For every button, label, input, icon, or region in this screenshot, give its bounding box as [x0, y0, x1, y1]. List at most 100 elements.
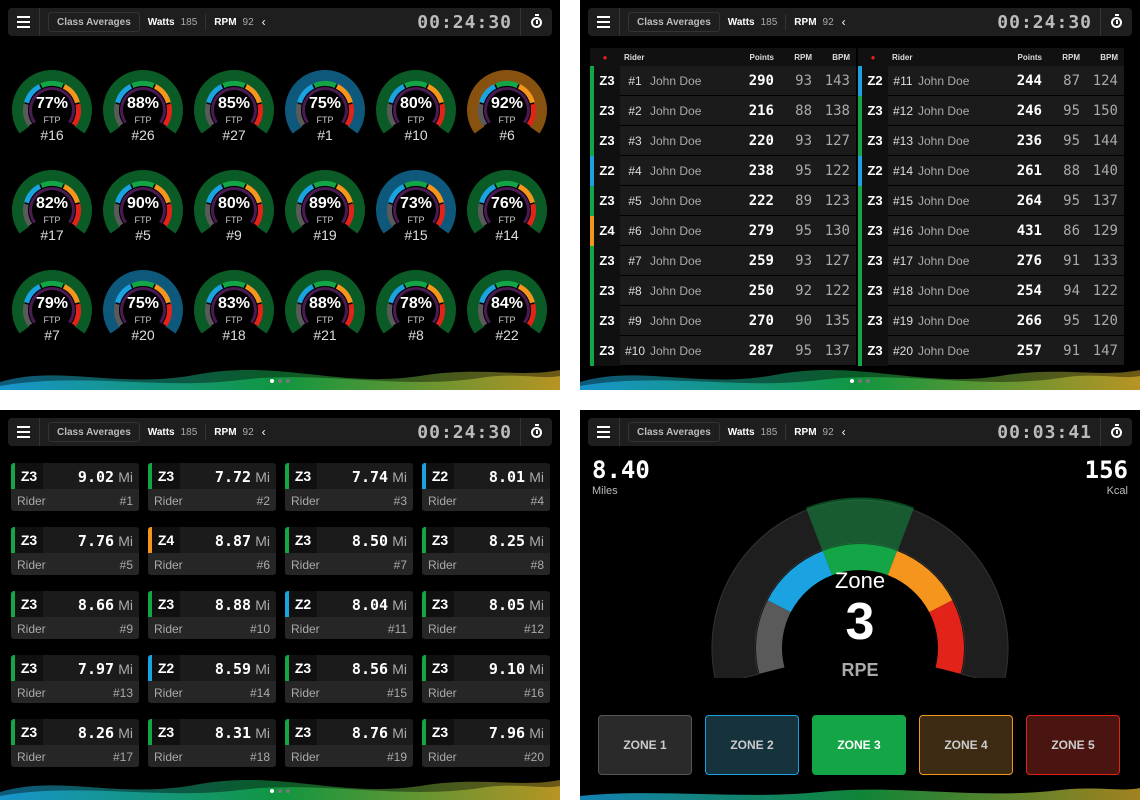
- table-row[interactable]: Z2 #14 John Doe 261 88 140: [858, 155, 1124, 186]
- chevron-left-icon[interactable]: ‹: [842, 15, 846, 29]
- gauge-rider-number: #16: [40, 127, 64, 143]
- table-row[interactable]: Z3 #15 John Doe 264 95 137: [858, 185, 1124, 216]
- table-row[interactable]: Z3 #18 John Doe 254 94 122: [858, 275, 1124, 306]
- gauge-percent: 79%: [35, 295, 69, 312]
- bpm-cell: 147: [1092, 342, 1118, 359]
- table-row[interactable]: Z2 #4 John Doe 238 95 122: [590, 155, 856, 186]
- menu-icon[interactable]: [588, 8, 620, 36]
- rider-distance-card[interactable]: Z2 8.59 Mi Rider #14: [148, 655, 276, 703]
- rider-number: #4: [628, 163, 642, 178]
- zone-cell: Z3: [862, 125, 888, 156]
- chevron-left-icon[interactable]: ‹: [262, 15, 266, 29]
- rider-distance-card[interactable]: Z2 8.01 Mi Rider #4: [422, 463, 550, 511]
- rider-distance-card[interactable]: Z3 8.26 Mi Rider #17: [11, 719, 139, 767]
- rider-distance-card[interactable]: Z3 8.88 Mi Rider #10: [148, 591, 276, 639]
- gauge-ftp-label: FTP: [43, 315, 61, 325]
- ftp-gauge: 73% FTP #15: [374, 168, 458, 258]
- page-dots[interactable]: [850, 379, 870, 383]
- table-row[interactable]: Z3 #1 John Doe 290 93 143: [590, 65, 856, 96]
- chevron-left-icon[interactable]: ‹: [842, 425, 846, 439]
- zone-cell: Z3: [862, 275, 888, 306]
- table-row[interactable]: Z3 #12 John Doe 246 95 150: [858, 95, 1124, 126]
- rider-distance-card[interactable]: Z3 8.76 Mi Rider #19: [285, 719, 413, 767]
- stopwatch-icon[interactable]: [1100, 8, 1132, 36]
- table-row[interactable]: Z3 #5 John Doe 222 89 123: [590, 185, 856, 216]
- gauge-percent: 89%: [308, 195, 342, 212]
- table-row[interactable]: Z3 #19 John Doe 266 95 120: [858, 305, 1124, 336]
- table-row[interactable]: Z3 #7 John Doe 259 93 127: [590, 245, 856, 276]
- rider-name: John Doe: [650, 223, 702, 238]
- menu-icon[interactable]: [588, 418, 620, 446]
- chevron-left-icon[interactable]: ‹: [262, 425, 266, 439]
- rider-distance-card[interactable]: Z3 8.05 Mi Rider #12: [422, 591, 550, 639]
- table-row[interactable]: Z4 #6 John Doe 279 95 130: [590, 215, 856, 246]
- bpm-cell: 130: [824, 222, 850, 239]
- zone-cell: Z3: [862, 95, 888, 126]
- rider-label: Rider: [154, 622, 183, 636]
- rider-label: Rider: [428, 494, 457, 508]
- stopwatch-icon[interactable]: [520, 418, 552, 446]
- rider-label: Rider: [291, 686, 320, 700]
- zone-cell: Z2: [594, 155, 620, 186]
- gauge-rider-number: #17: [40, 227, 64, 243]
- page-dots[interactable]: [270, 379, 290, 383]
- menu-icon[interactable]: [8, 418, 40, 446]
- page-dots[interactable]: [270, 789, 290, 793]
- table-row[interactable]: Z3 #16 John Doe 431 86 129: [858, 215, 1124, 246]
- zone-3-button[interactable]: ZONE 3: [812, 715, 906, 775]
- points-cell: 220: [748, 132, 774, 149]
- bpm-cell: 122: [824, 162, 850, 179]
- rider-number: #2: [256, 494, 270, 508]
- gauge-percent: 92%: [490, 95, 524, 112]
- zone-cell: Z3: [15, 527, 43, 553]
- distance-value: 8.87: [214, 532, 252, 550]
- rider-distance-card[interactable]: Z3 7.96 Mi Rider #20: [422, 719, 550, 767]
- rider-distance-card[interactable]: Z3 7.76 Mi Rider #5: [11, 527, 139, 575]
- table-row[interactable]: Z3 #17 John Doe 276 91 133: [858, 245, 1124, 276]
- rpm-label: RPM: [214, 426, 237, 438]
- rider-distance-card[interactable]: Z3 8.31 Mi Rider #18: [148, 719, 276, 767]
- rider-distance-card[interactable]: Z3 7.72 Mi Rider #2: [148, 463, 276, 511]
- table-row[interactable]: Z3 #8 John Doe 250 92 122: [590, 275, 856, 306]
- rpm-cell: 95: [1063, 192, 1080, 209]
- table-row[interactable]: Z2 #11 John Doe 244 87 124: [858, 65, 1124, 96]
- gauge-ftp-label: FTP: [134, 115, 152, 125]
- gauge-ftp-label: FTP: [498, 115, 516, 125]
- rider-distance-card[interactable]: Z3 9.02 Mi Rider #1: [11, 463, 139, 511]
- table-row[interactable]: Z3 #2 John Doe 216 88 138: [590, 95, 856, 126]
- wave-decoration: [580, 788, 1140, 800]
- stopwatch-icon[interactable]: [520, 8, 552, 36]
- rider-distance-card[interactable]: Z2 8.04 Mi Rider #11: [285, 591, 413, 639]
- zone-5-button[interactable]: ZONE 5: [1026, 715, 1120, 775]
- points-cell: 236: [1016, 132, 1042, 149]
- points-cell: 266: [1016, 312, 1042, 329]
- zone-1-button[interactable]: ZONE 1: [598, 715, 692, 775]
- table-row[interactable]: Z3 #13 John Doe 236 95 144: [858, 125, 1124, 156]
- menu-icon[interactable]: [8, 8, 40, 36]
- rider-distance-card[interactable]: Z3 7.74 Mi Rider #3: [285, 463, 413, 511]
- zone-4-button[interactable]: ZONE 4: [919, 715, 1013, 775]
- gauge-percent: 84%: [490, 295, 524, 312]
- rider-distance-card[interactable]: Z3 9.10 Mi Rider #16: [422, 655, 550, 703]
- rider-distance-card[interactable]: Z3 8.56 Mi Rider #15: [285, 655, 413, 703]
- ftp-gauge: 90% FTP #5: [101, 168, 185, 258]
- gauge-ftp-label: FTP: [225, 215, 243, 225]
- header-bpm: BPM: [832, 52, 850, 62]
- rider-label: Rider: [17, 686, 46, 700]
- rider-distance-card[interactable]: Z3 8.50 Mi Rider #7: [285, 527, 413, 575]
- table-row[interactable]: Z3 #3 John Doe 220 93 127: [590, 125, 856, 156]
- gauge-rider-number: #21: [313, 327, 337, 343]
- rider-distance-card[interactable]: Z3 8.25 Mi Rider #8: [422, 527, 550, 575]
- table-row[interactable]: Z3 #9 John Doe 270 90 135: [590, 305, 856, 336]
- wave-decoration: [0, 369, 560, 390]
- rpm-value: 92: [822, 426, 834, 438]
- rider-distance-card[interactable]: Z3 8.66 Mi Rider #9: [11, 591, 139, 639]
- rider-distance-card[interactable]: Z4 8.87 Mi Rider #6: [148, 527, 276, 575]
- rider-distance-card[interactable]: Z3 7.97 Mi Rider #13: [11, 655, 139, 703]
- rpm-cell: 95: [1063, 132, 1080, 149]
- rider-label: Rider: [154, 558, 183, 572]
- rider-label: Rider: [17, 558, 46, 572]
- stopwatch-icon[interactable]: [1100, 418, 1132, 446]
- zone-2-button[interactable]: ZONE 2: [705, 715, 799, 775]
- zone-cell: Z3: [862, 185, 888, 216]
